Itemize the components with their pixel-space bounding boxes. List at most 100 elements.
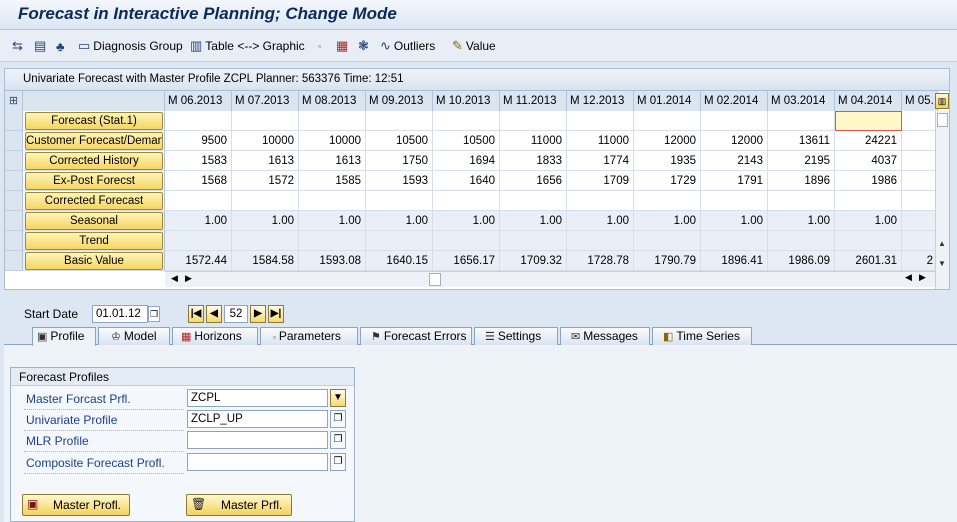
grid-cell[interactable]	[701, 191, 768, 211]
tab-time-series[interactable]: ◧ Time Series	[652, 327, 752, 345]
chevron-down-icon[interactable]: ▼	[330, 389, 346, 407]
grid-cell[interactable]	[634, 111, 701, 131]
grid-cell[interactable]: 1.00	[835, 211, 902, 231]
grid-cell[interactable]: 11000	[500, 131, 567, 151]
grid-cell[interactable]	[634, 231, 701, 251]
grid-cell[interactable]: 1583	[165, 151, 232, 171]
tab-parameters[interactable]: ▫ Parameters	[260, 327, 358, 345]
select-all-icon[interactable]: ⊞	[5, 91, 23, 111]
grid-cell[interactable]: 1986	[835, 171, 902, 191]
grid-cell[interactable]: 10000	[232, 131, 299, 151]
vertical-scrollbar[interactable]: ▲ ▼	[935, 111, 949, 289]
grid-cell[interactable]: 1709	[567, 171, 634, 191]
column-header[interactable]: M 04.2014	[835, 91, 902, 111]
grid-cell[interactable]: 4037	[835, 151, 902, 171]
grid-cell[interactable]	[500, 231, 567, 251]
grid-cell[interactable]	[902, 191, 938, 211]
parameters-button[interactable]: ❃	[358, 36, 372, 56]
scroll-left-end-icon[interactable]: ◀	[905, 272, 912, 283]
horizontal-scrollbar[interactable]: ◀ ▶	[165, 271, 935, 287]
next-period-button[interactable]: ▶	[250, 305, 266, 323]
grid-cell[interactable]: 1729	[634, 171, 701, 191]
grid-cell[interactable]: 1896	[768, 171, 835, 191]
row-selector[interactable]	[5, 191, 23, 211]
grid-cell[interactable]: 1.00	[768, 211, 835, 231]
horizontal-scroll-arrows[interactable]: ◀ ▶	[899, 271, 935, 287]
horizontal-scroll-thumb[interactable]	[429, 273, 441, 286]
column-header[interactable]: M 08.2013	[299, 91, 366, 111]
grid-cell[interactable]: 1728.78	[567, 251, 634, 271]
row-label-button[interactable]: Trend	[25, 232, 163, 250]
grid-cell[interactable]	[433, 111, 500, 131]
grid-cell[interactable]: 1613	[232, 151, 299, 171]
delete-master-profile-button[interactable]: 🗑 Master Prfl.	[186, 494, 292, 516]
grid-cell[interactable]	[232, 231, 299, 251]
grid-cell[interactable]	[299, 191, 366, 211]
univariate-profile-input[interactable]: ZCLP_UP	[187, 410, 328, 428]
row-label-button[interactable]: Basic Value	[25, 252, 163, 270]
grid-cell[interactable]: 1935	[634, 151, 701, 171]
column-header[interactable]: M 10.2013	[433, 91, 500, 111]
column-header[interactable]: M 11.2013	[500, 91, 567, 111]
grid-cell[interactable]	[701, 111, 768, 131]
master-forecast-profile-input[interactable]: ZCPL	[187, 389, 328, 407]
column-header[interactable]: M 07.2013	[232, 91, 299, 111]
grid-cell[interactable]	[165, 111, 232, 131]
tab-forecast-errors[interactable]: ⚑ Forecast Errors	[360, 327, 472, 345]
grid-cell[interactable]	[902, 171, 938, 191]
periods-input[interactable]: 52	[224, 305, 248, 323]
save-master-profile-button[interactable]: ▣ Master Profl.	[22, 494, 130, 516]
grid-cell[interactable]: 11000	[567, 131, 634, 151]
row-label-button[interactable]: Ex-Post Forecst	[25, 172, 163, 190]
grid-cell[interactable]	[165, 191, 232, 211]
grid-cell[interactable]: 1572.44	[165, 251, 232, 271]
row-label-button[interactable]: Seasonal	[25, 212, 163, 230]
grid-cell[interactable]: 1833	[500, 151, 567, 171]
grid-cell[interactable]	[500, 191, 567, 211]
grid-cell[interactable]	[567, 191, 634, 211]
scroll-up-icon[interactable]: ▲	[938, 239, 946, 248]
grid-cell[interactable]: 1896.41	[701, 251, 768, 271]
vertical-scroll-thumb[interactable]	[937, 113, 948, 127]
grid-cell[interactable]: 1694	[433, 151, 500, 171]
column-header[interactable]: M 12.2013	[567, 91, 634, 111]
grid-cell[interactable]: 1593	[366, 171, 433, 191]
grid-cell[interactable]: 1568	[165, 171, 232, 191]
start-date-input[interactable]: 01.01.12	[92, 305, 148, 323]
grid-cell[interactable]	[299, 231, 366, 251]
value-button[interactable]: ✎ Value	[452, 36, 496, 56]
grid-cell[interactable]: 1.00	[165, 211, 232, 231]
grid-cell[interactable]	[768, 231, 835, 251]
grid-cell[interactable]: 12000	[634, 131, 701, 151]
small-square-button[interactable]: ▫	[318, 36, 324, 56]
grid-cell[interactable]: 24221	[835, 131, 902, 151]
grid-cell[interactable]: 10500	[366, 131, 433, 151]
grid-cell[interactable]	[567, 231, 634, 251]
grid-cell[interactable]: 1585	[299, 171, 366, 191]
grid-cell[interactable]	[902, 131, 938, 151]
grid-cell[interactable]: 1709.32	[500, 251, 567, 271]
back-forward-button[interactable]: ⇆	[12, 36, 26, 56]
grid-cell[interactable]	[299, 111, 366, 131]
grid-cell[interactable]	[232, 191, 299, 211]
row-label-button[interactable]: Corrected History	[25, 152, 163, 170]
column-header[interactable]: M 01.2014	[634, 91, 701, 111]
grid-cell[interactable]: 10500	[433, 131, 500, 151]
grid-cell[interactable]: 2	[902, 251, 938, 271]
last-period-button[interactable]: ▶|	[268, 305, 284, 323]
grid-cell[interactable]	[567, 111, 634, 131]
grid-cell[interactable]	[701, 231, 768, 251]
diagnosis-group-button[interactable]: ▭ Diagnosis Group	[78, 36, 183, 56]
value-help-icon[interactable]: ❐	[330, 410, 346, 428]
grid-cell[interactable]	[902, 111, 938, 131]
row-label-button[interactable]: Corrected Forecast	[25, 192, 163, 210]
composite-forecast-profile-input[interactable]	[187, 453, 328, 471]
grid-cell[interactable]: 9500	[165, 131, 232, 151]
grid-cell[interactable]	[366, 111, 433, 131]
grid-cell[interactable]	[835, 191, 902, 211]
grid-cell[interactable]	[902, 231, 938, 251]
mlr-profile-input[interactable]	[187, 431, 328, 449]
grid-cell[interactable]	[768, 111, 835, 131]
column-settings-icon[interactable]: ▥	[935, 93, 949, 109]
tab-profile[interactable]: ▣ Profile	[32, 327, 96, 346]
